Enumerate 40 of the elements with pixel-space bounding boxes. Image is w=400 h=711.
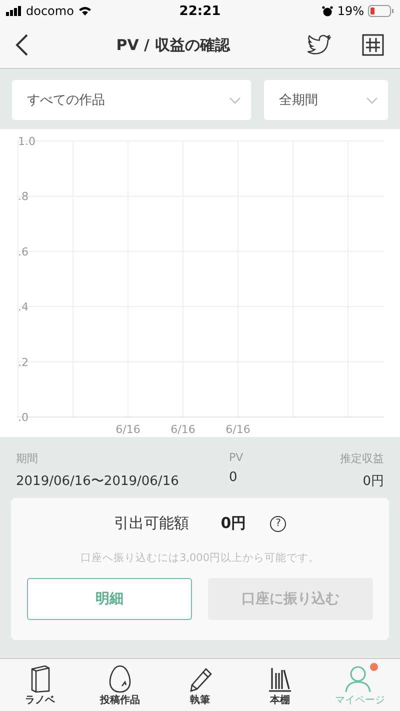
signal-icon: [6, 6, 22, 16]
bookshelf-icon: [267, 665, 293, 693]
alarm-icon: [322, 6, 334, 16]
tab-item[interactable]: 執筆: [160, 659, 240, 711]
summary-value: 0円: [362, 473, 384, 490]
summary-label: PV: [229, 451, 244, 464]
carrier-name: docomo: [26, 4, 74, 18]
clock-time: 22:21: [179, 4, 221, 18]
withdraw-amount: 0円: [220, 514, 246, 533]
tab-item[interactable]: 本棚: [240, 659, 320, 711]
axis-tick-label: .4: [18, 300, 28, 314]
axis-tick-label: 6/16: [226, 423, 250, 436]
axis-tick-label: 6/16: [170, 423, 196, 436]
axis-tick-label: 6/16: [116, 423, 140, 436]
egg-icon: [107, 665, 133, 693]
grid-icon[interactable]: [362, 34, 384, 56]
transfer-note: 口座へ振り込むには3,000円以上から可能です。: [80, 551, 320, 565]
tab-item[interactable]: 投稿作品: [80, 659, 160, 711]
chevron-down-icon: [366, 96, 378, 104]
page-title: PV / 収益の確認: [115, 36, 232, 54]
bird-icon[interactable]: [307, 35, 331, 55]
summary-value: 0: [229, 470, 238, 485]
filter-dropdown[interactable]: すべての作品: [12, 80, 251, 120]
summary-label: 期間: [16, 451, 39, 466]
battery-percent: 19%: [337, 4, 364, 18]
wifi-icon: [78, 6, 92, 16]
summary-label: 推定収益: [340, 451, 384, 466]
axis-tick-label: .8: [18, 190, 28, 204]
axis-tick-label: 1.0: [18, 135, 36, 148]
battery-icon: [368, 5, 394, 17]
chevron-down-icon: [229, 96, 241, 104]
tab-item[interactable]: ラノベ: [0, 659, 80, 711]
axis-tick-label: .2: [18, 356, 28, 369]
help-button[interactable]: ?: [270, 516, 286, 532]
summary-value: 2019/06/16〜2019/06/16: [16, 473, 180, 490]
filter-dropdown[interactable]: 全期間: [264, 80, 388, 120]
axis-tick-label: .6: [18, 245, 28, 258]
back-icon[interactable]: [15, 34, 29, 56]
withdraw-label: 引出可能額: [114, 514, 189, 533]
axis-tick-label: .0: [18, 411, 28, 424]
